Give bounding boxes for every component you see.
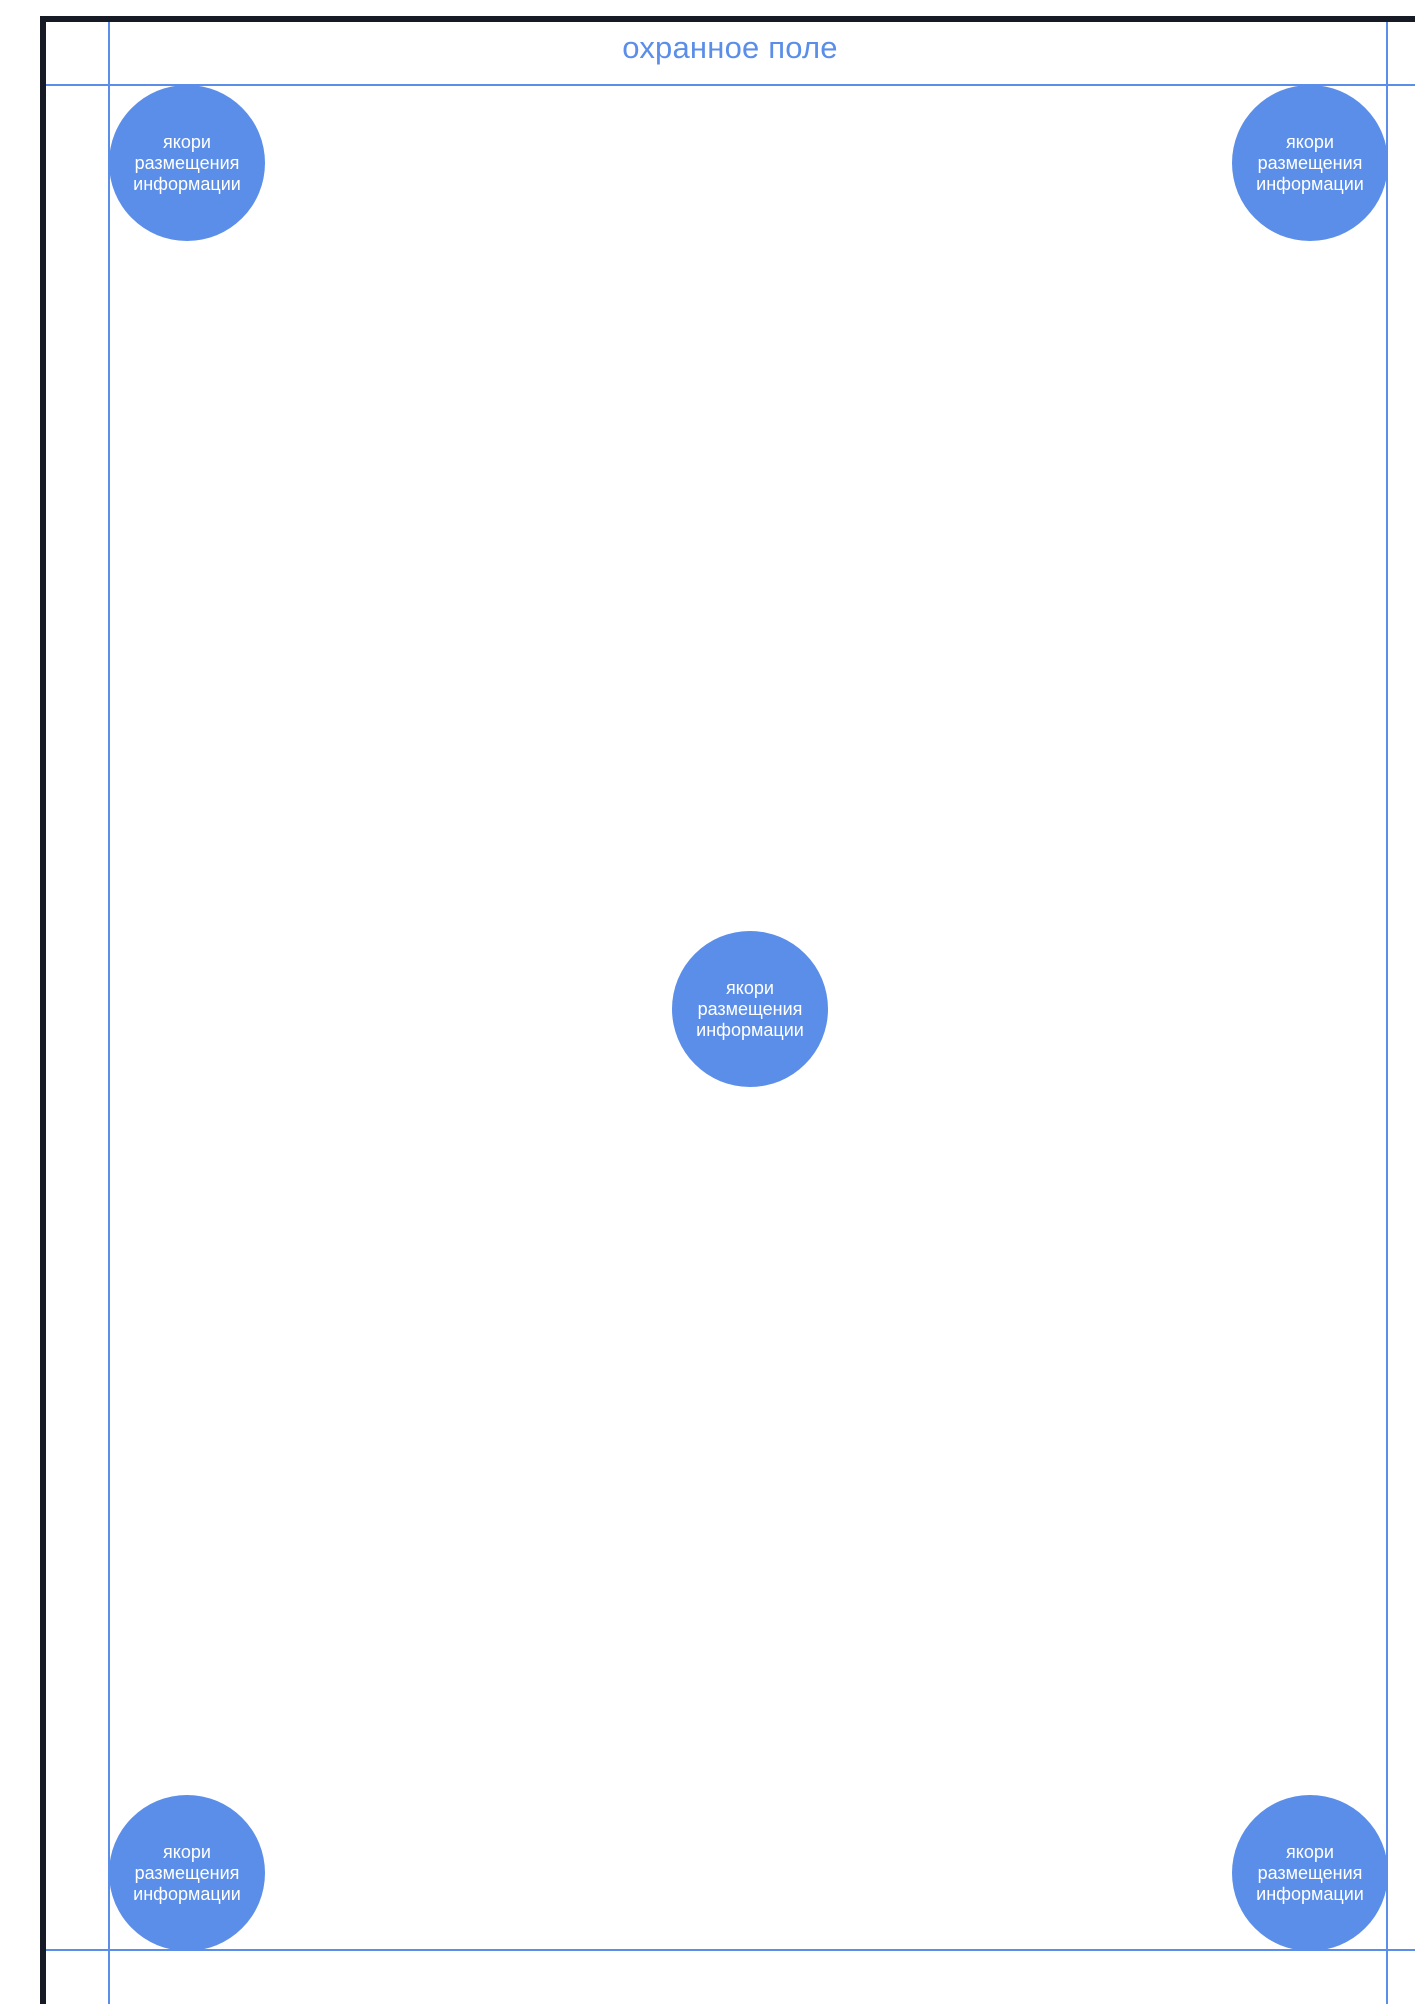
anchor-top-right: якори размещения информации bbox=[1232, 85, 1388, 241]
anchor-label: якори размещения информации bbox=[1256, 1841, 1364, 1904]
top-margin-guide bbox=[46, 84, 1415, 86]
anchor-label: якори размещения информации bbox=[133, 1841, 241, 1904]
right-margin-guide bbox=[1386, 22, 1388, 2004]
anchor-label: якори размещения информации bbox=[1256, 131, 1364, 194]
left-margin-guide bbox=[108, 22, 110, 2004]
bottom-margin-guide bbox=[46, 1949, 1415, 1951]
anchor-label: якори размещения информации bbox=[133, 131, 241, 194]
anchor-label: якори размещения информации bbox=[696, 977, 804, 1040]
anchor-center: якори размещения информации bbox=[672, 931, 828, 1087]
anchor-bottom-right: якори размещения информации bbox=[1232, 1795, 1388, 1951]
anchor-top-left: якори размещения информации bbox=[109, 85, 265, 241]
anchor-bottom-left: якори размещения информации bbox=[109, 1795, 265, 1951]
safe-zone-label: охранное поле bbox=[622, 30, 838, 65]
